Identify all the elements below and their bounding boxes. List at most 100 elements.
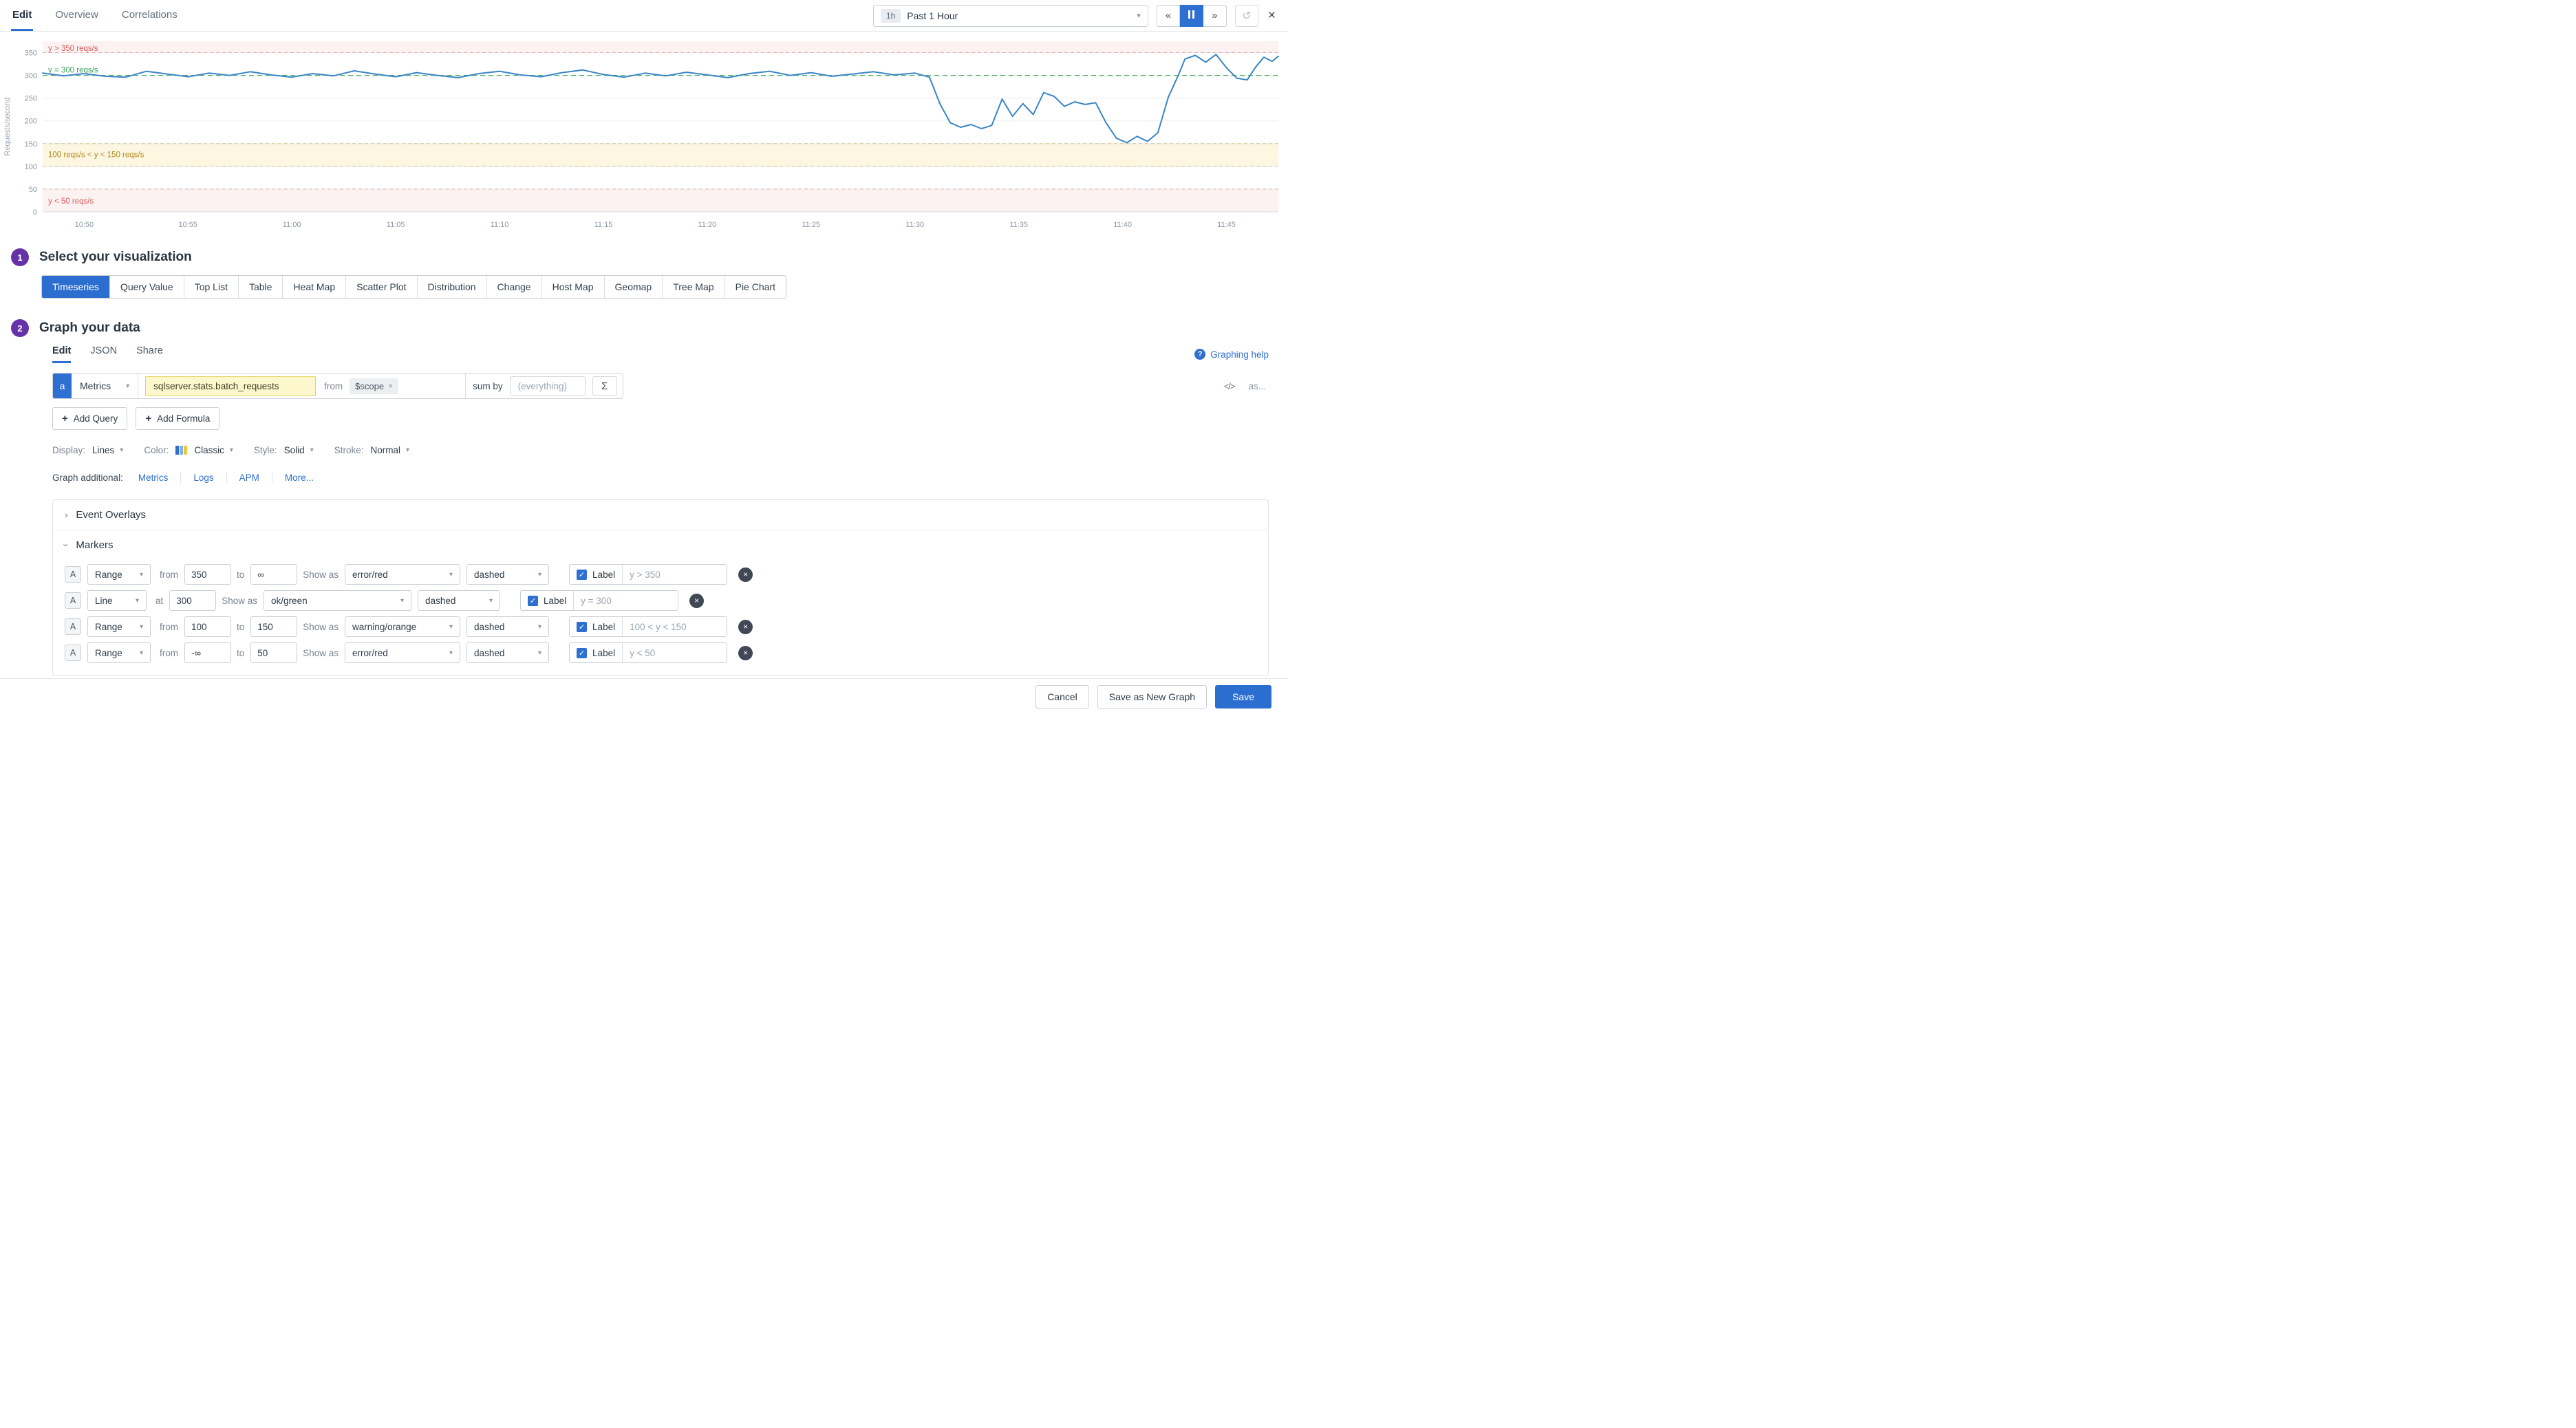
label-checkbox[interactable]: ✓ [528,596,538,606]
svg-text:11:45: 11:45 [1217,221,1236,229]
remove-marker-button[interactable]: × [738,646,753,660]
add-formula-button[interactable]: + Add Formula [136,407,219,430]
editor-tab-edit[interactable]: Edit [52,345,71,363]
caret-down-icon: ▾ [400,597,404,605]
marker-style-select[interactable]: dashed▾ [466,642,549,663]
metric-source-select[interactable]: Metrics ▾ [72,374,138,398]
group-by-field[interactable]: (everything) [510,376,586,396]
footer: Cancel Save as New Graph Save [0,678,1288,714]
viz-option-heat-map[interactable]: Heat Map [282,276,345,298]
sigma-button[interactable]: Σ [592,376,617,396]
timeseries-chart[interactable]: 05010015020025030035010:5010:5511:0011:0… [0,33,1288,239]
viz-option-table[interactable]: Table [238,276,282,298]
viz-option-scatter-plot[interactable]: Scatter Plot [345,276,416,298]
save-button[interactable]: Save [1215,685,1271,708]
marker-style-select[interactable]: dashed▾ [418,590,500,611]
marker-to-input[interactable] [250,616,297,637]
marker-color-select[interactable]: error/red▾ [345,642,460,663]
add-query-button[interactable]: + Add Query [52,407,127,430]
caret-down-icon: ▾ [449,649,453,657]
svg-text:350: 350 [25,50,37,58]
event-overlays-toggle[interactable]: › Event Overlays [53,500,1268,530]
time-range-select[interactable]: 1h Past 1 Hour ▾ [873,5,1148,27]
markers-toggle[interactable]: › Markers [53,530,1268,560]
tab-overview[interactable]: Overview [54,0,100,31]
marker-from-input[interactable] [184,642,231,663]
marker-from-input[interactable] [184,616,231,637]
remove-marker-button[interactable]: × [689,594,704,608]
marker-type-select-value: Range [95,622,122,632]
label-checkbox[interactable]: ✓ [577,648,587,658]
label-checkbox[interactable]: ✓ [577,622,587,632]
marker-label-input[interactable] [573,591,678,610]
marker-style-select-value: dashed [474,622,504,632]
marker-at-input[interactable] [169,590,216,611]
code-view-icon[interactable]: </> [1224,381,1235,391]
marker-rows: ARange▾fromtoShow aserror/red▾dashed▾✓La… [53,560,1268,675]
display-type-select[interactable]: Lines ▾ [92,445,123,455]
metric-name-field[interactable]: sqlserver.stats.batch_requests [145,376,316,396]
cancel-button[interactable]: Cancel [1035,685,1089,708]
remove-marker-button[interactable]: × [738,567,753,582]
svg-text:11:35: 11:35 [1009,221,1028,229]
editor-tab-share[interactable]: Share [136,345,163,363]
marker-color-select[interactable]: ok/green▾ [264,590,411,611]
viz-option-pie-chart[interactable]: Pie Chart [724,276,786,298]
close-button[interactable]: × [1267,8,1277,23]
remove-marker-button[interactable]: × [738,620,753,634]
graph-additional-link-metrics[interactable]: Metrics [138,473,181,483]
from-label: from [160,570,178,580]
pause-button[interactable] [1180,5,1203,27]
undo-button[interactable]: ↺ [1235,5,1258,27]
as-link[interactable]: as... [1248,381,1266,391]
tab-correlations[interactable]: Correlations [120,0,179,31]
viz-option-host-map[interactable]: Host Map [541,276,604,298]
forward-button[interactable]: » [1203,5,1227,27]
marker-to-input[interactable] [250,642,297,663]
graph-additional-link-more[interactable]: More... [272,473,326,483]
svg-text:11:10: 11:10 [491,221,509,229]
style-select[interactable]: Solid ▾ [284,445,314,455]
marker-label-input[interactable] [622,617,727,636]
svg-text:11:40: 11:40 [1113,221,1132,229]
svg-text:y > 350 reqs/s: y > 350 reqs/s [48,45,98,53]
graph-additional-link-apm[interactable]: APM [227,473,272,483]
marker-type-select[interactable]: Range▾ [87,616,151,637]
marker-to-input[interactable] [250,564,297,585]
marker-style-select[interactable]: dashed▾ [466,564,549,585]
viz-option-top-list[interactable]: Top List [184,276,238,298]
tab-edit[interactable]: Edit [11,0,33,31]
marker-type-select[interactable]: Range▾ [87,642,151,663]
label-checkbox[interactable]: ✓ [577,570,587,580]
scope-tag[interactable]: $scope × [350,378,398,394]
marker-color-select[interactable]: warning/orange▾ [345,616,460,637]
svg-text:11:20: 11:20 [698,221,717,229]
marker-letter-badge: A [65,618,81,635]
viz-option-query-value[interactable]: Query Value [109,276,184,298]
marker-label-input[interactable] [622,565,727,584]
marker-label-input[interactable] [622,643,727,662]
svg-text:200: 200 [25,118,37,126]
marker-type-select[interactable]: Range▾ [87,564,151,585]
rewind-button[interactable]: « [1157,5,1180,27]
graph-additional-link-logs[interactable]: Logs [181,473,226,483]
viz-option-tree-map[interactable]: Tree Map [662,276,724,298]
marker-color-select[interactable]: error/red▾ [345,564,460,585]
marker-style-select-value: dashed [474,648,504,658]
color-select[interactable]: Classic ▾ [175,445,233,455]
marker-style-select-value: dashed [474,570,504,580]
viz-option-distribution[interactable]: Distribution [417,276,486,298]
scope-field[interactable]: from $scope × [323,374,466,398]
graphing-help-link[interactable]: ? Graphing help [1194,349,1269,360]
editor-tab-json[interactable]: JSON [90,345,117,363]
viz-option-timeseries[interactable]: Timeseries [42,276,109,298]
viz-option-geomap[interactable]: Geomap [604,276,663,298]
svg-text:10:50: 10:50 [75,221,94,229]
save-as-new-graph-button[interactable]: Save as New Graph [1097,685,1207,708]
marker-from-input[interactable] [184,564,231,585]
remove-scope-icon[interactable]: × [388,381,393,391]
stroke-select[interactable]: Normal ▾ [371,445,410,455]
viz-option-change[interactable]: Change [486,276,541,298]
marker-style-select[interactable]: dashed▾ [466,616,549,637]
marker-type-select[interactable]: Line▾ [87,590,147,611]
